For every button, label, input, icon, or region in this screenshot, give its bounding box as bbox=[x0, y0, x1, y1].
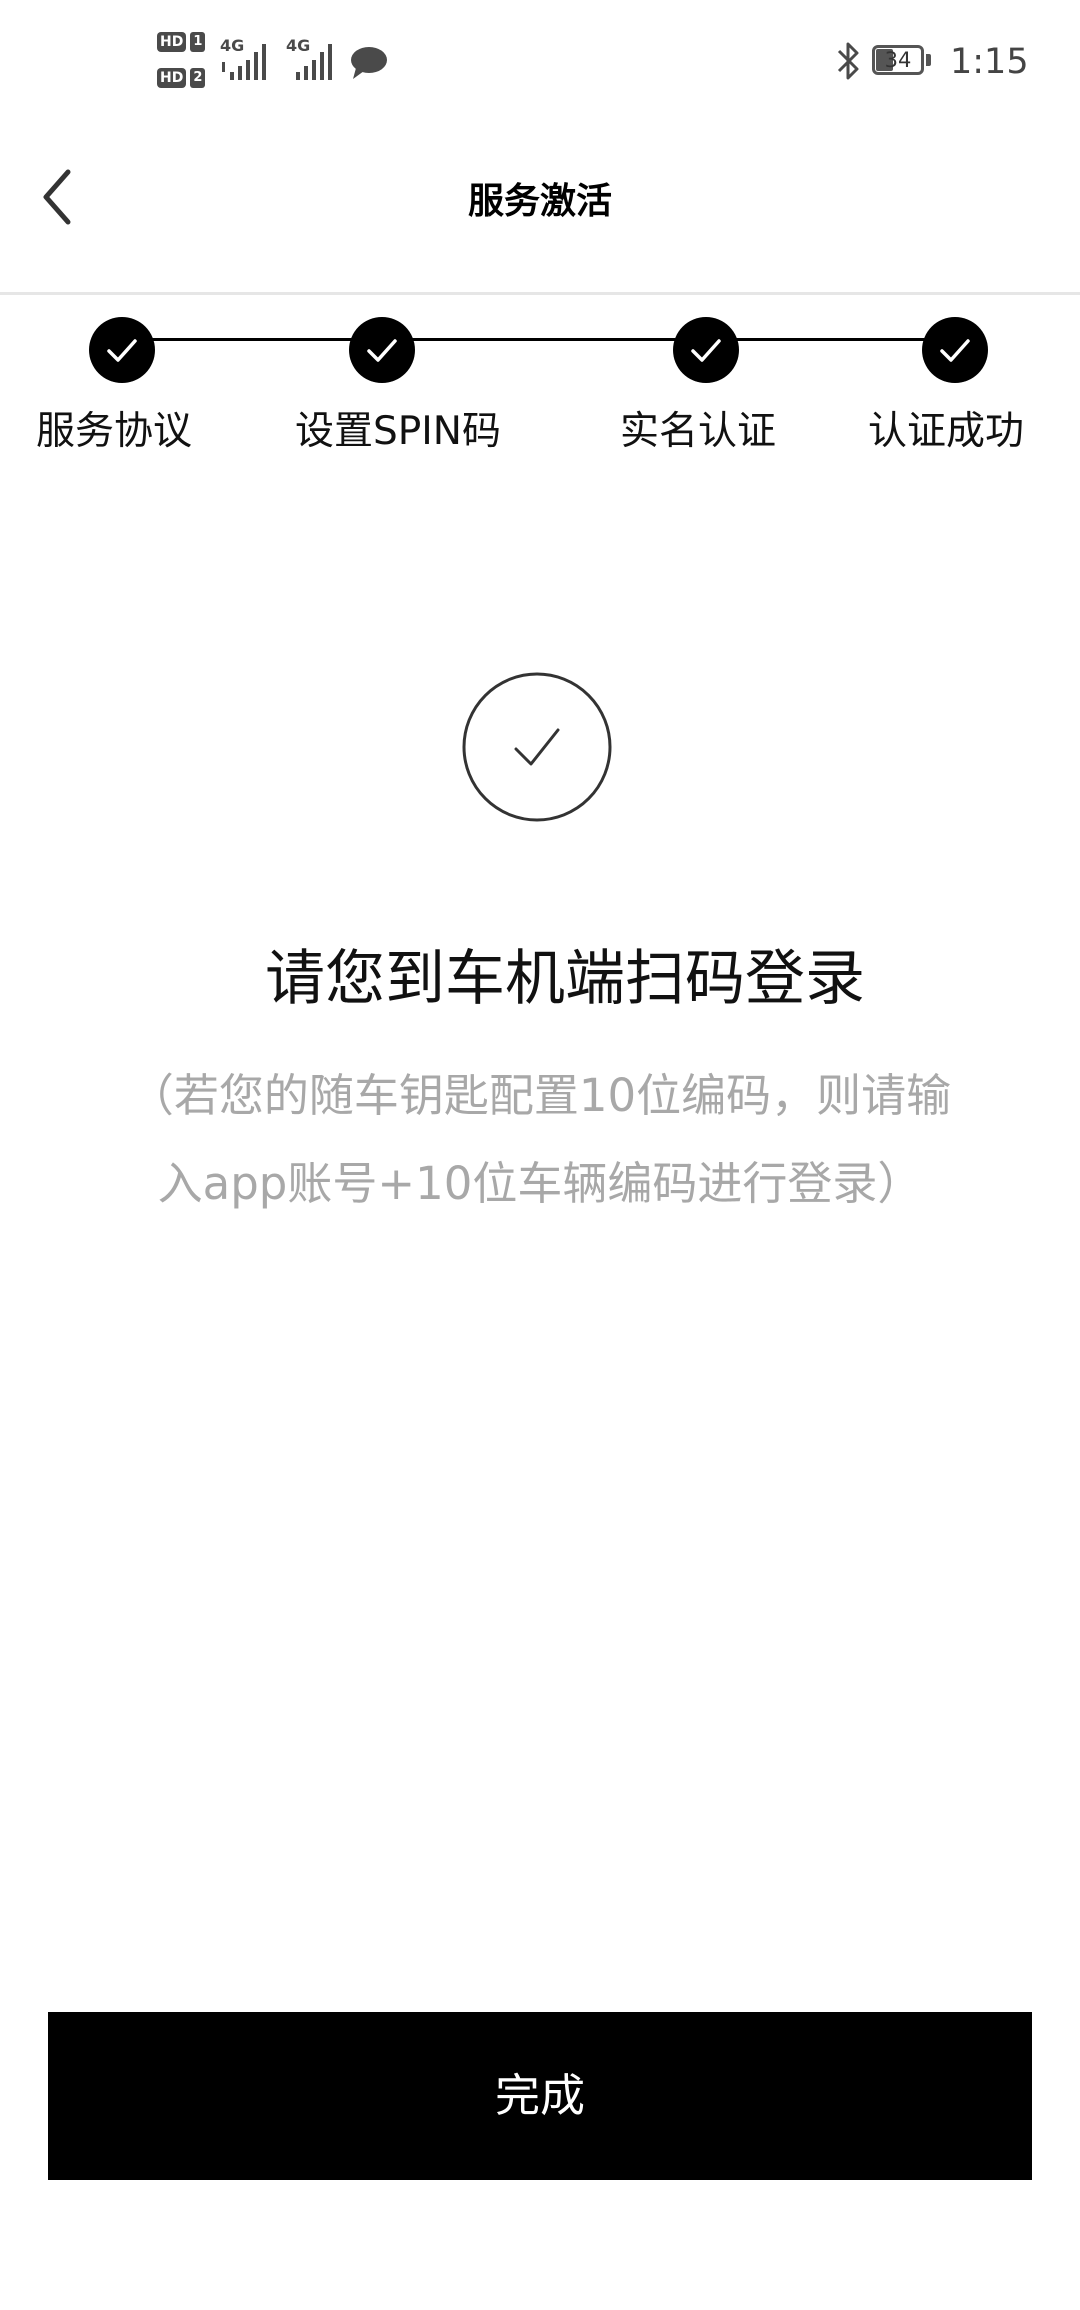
result-headline: 请您到车机端扫码登录 bbox=[265, 944, 865, 1014]
status-bar: HD 1 HD 2 4G 4G 34 1:15 bbox=[0, 0, 1080, 120]
page-title: 服务激活 bbox=[467, 181, 612, 222]
sim1-indicator: HD 1 bbox=[157, 30, 206, 54]
progress-stepper: 服务协议 设置SPIN码 实名认证 认证成功 bbox=[0, 300, 1080, 460]
login-hint-line: 入app账号+10位车辆编码进行登录） bbox=[157, 1157, 923, 1210]
hd-badge: HD bbox=[157, 68, 187, 88]
step-indicator-done bbox=[89, 317, 155, 383]
check-icon bbox=[367, 339, 397, 362]
hd-badge: HD bbox=[157, 32, 187, 52]
signal-icon bbox=[296, 44, 332, 80]
finish-button[interactable]: 完成 bbox=[48, 2012, 1032, 2180]
signal-icon bbox=[222, 44, 266, 80]
status-time: 1:15 bbox=[950, 42, 1029, 82]
login-hint-line: （若您的随车钥匙配置10位编码，则请输 bbox=[128, 1069, 952, 1122]
step-connector bbox=[122, 338, 382, 341]
sim-slot-number: 2 bbox=[190, 68, 206, 88]
step-label-agreement: 服务协议 bbox=[35, 409, 192, 454]
check-icon bbox=[107, 339, 137, 362]
step-indicator-done bbox=[349, 317, 415, 383]
sim-slot-number: 1 bbox=[190, 32, 206, 52]
sim2-indicator: HD 2 bbox=[157, 66, 206, 90]
step-connector bbox=[382, 338, 706, 341]
step-label-spin: 设置SPIN码 bbox=[295, 409, 501, 454]
nav-bar: 服务激活 bbox=[0, 120, 1080, 295]
check-circle-icon bbox=[462, 672, 612, 822]
step-label-success: 认证成功 bbox=[867, 409, 1024, 454]
login-hint: （若您的随车钥匙配置10位编码，则请输 入app账号+10位车辆编码进行登录） bbox=[100, 1052, 980, 1228]
sim-indicators: HD 1 HD 2 bbox=[157, 30, 211, 92]
chat-bubble-icon bbox=[351, 47, 387, 79]
step-indicator-done bbox=[922, 317, 988, 383]
step-indicator-done bbox=[673, 317, 739, 383]
check-icon bbox=[940, 339, 970, 362]
step-label-realname: 实名认证 bbox=[619, 409, 776, 454]
check-icon bbox=[691, 339, 721, 362]
bluetooth-icon bbox=[837, 42, 859, 80]
step-connector bbox=[706, 338, 956, 341]
battery-icon: 34 bbox=[872, 45, 931, 77]
battery-level: 34 bbox=[884, 48, 912, 72]
